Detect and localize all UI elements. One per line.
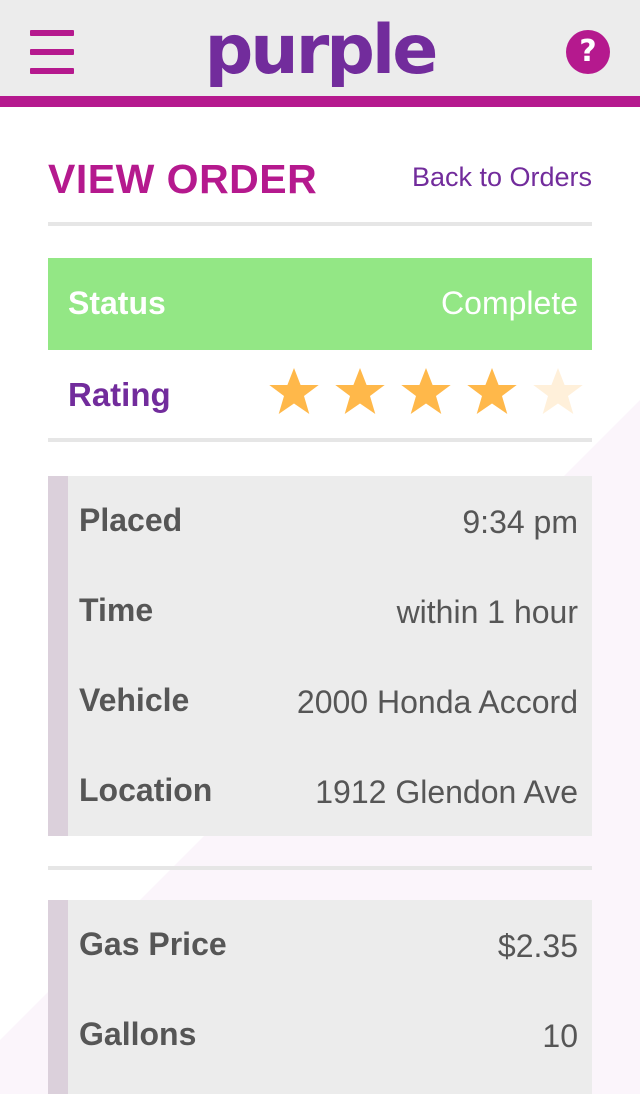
pricing-label: Gas Price bbox=[79, 926, 227, 962]
purple-logo: purple bbox=[204, 11, 439, 90]
star-filled-icon bbox=[335, 368, 385, 414]
detail-label: Vehicle bbox=[79, 682, 190, 718]
pricing-value: 10 bbox=[542, 1018, 578, 1054]
order-details-card: Placed 9:34 pm Time within 1 hour Vehicl… bbox=[48, 476, 592, 836]
star-filled-icon bbox=[467, 368, 517, 414]
detail-value: 9:34 pm bbox=[462, 504, 578, 540]
detail-row-placed: Placed 9:34 pm bbox=[68, 476, 592, 566]
star-filled-icon bbox=[401, 368, 451, 414]
page-title: VIEW ORDER bbox=[48, 156, 318, 202]
detail-value: within 1 hour bbox=[396, 594, 578, 630]
status-label: Status bbox=[68, 285, 166, 321]
pricing-card: Gas Price $2.35 Gallons 10 bbox=[48, 900, 592, 1094]
detail-row-vehicle: Vehicle 2000 Honda Accord bbox=[68, 656, 592, 746]
detail-label: Placed bbox=[79, 502, 183, 538]
status-row: Status Complete bbox=[48, 258, 592, 350]
detail-value: 2000 Honda Accord bbox=[296, 684, 578, 720]
detail-label: Time bbox=[79, 592, 154, 628]
rating-label: Rating bbox=[68, 376, 171, 413]
detail-row-location: Location 1912 Glendon Ave bbox=[68, 746, 592, 836]
pricing-row-gallons: Gallons 10 bbox=[68, 990, 592, 1080]
status-value: Complete bbox=[441, 285, 578, 321]
back-to-orders-link[interactable]: Back to Orders bbox=[412, 162, 592, 193]
help-icon[interactable]: ? bbox=[566, 30, 610, 74]
section-divider bbox=[48, 866, 592, 870]
pricing-value: $2.35 bbox=[497, 928, 578, 964]
star-filled-icon bbox=[269, 368, 319, 414]
app-header: purple ? bbox=[0, 0, 640, 107]
pricing-label: Gallons bbox=[79, 1016, 197, 1052]
star-empty-icon bbox=[533, 368, 583, 414]
detail-value: 1912 Glendon Ave bbox=[315, 774, 578, 810]
order-view: VIEW ORDER Back to Orders Status Complet… bbox=[48, 118, 592, 1094]
title-row: VIEW ORDER Back to Orders bbox=[48, 118, 592, 226]
rating-row: Rating bbox=[48, 350, 592, 442]
detail-row-time: Time within 1 hour bbox=[68, 566, 592, 656]
detail-label: Location bbox=[79, 772, 213, 808]
pricing-row-gas-price: Gas Price $2.35 bbox=[68, 900, 592, 990]
